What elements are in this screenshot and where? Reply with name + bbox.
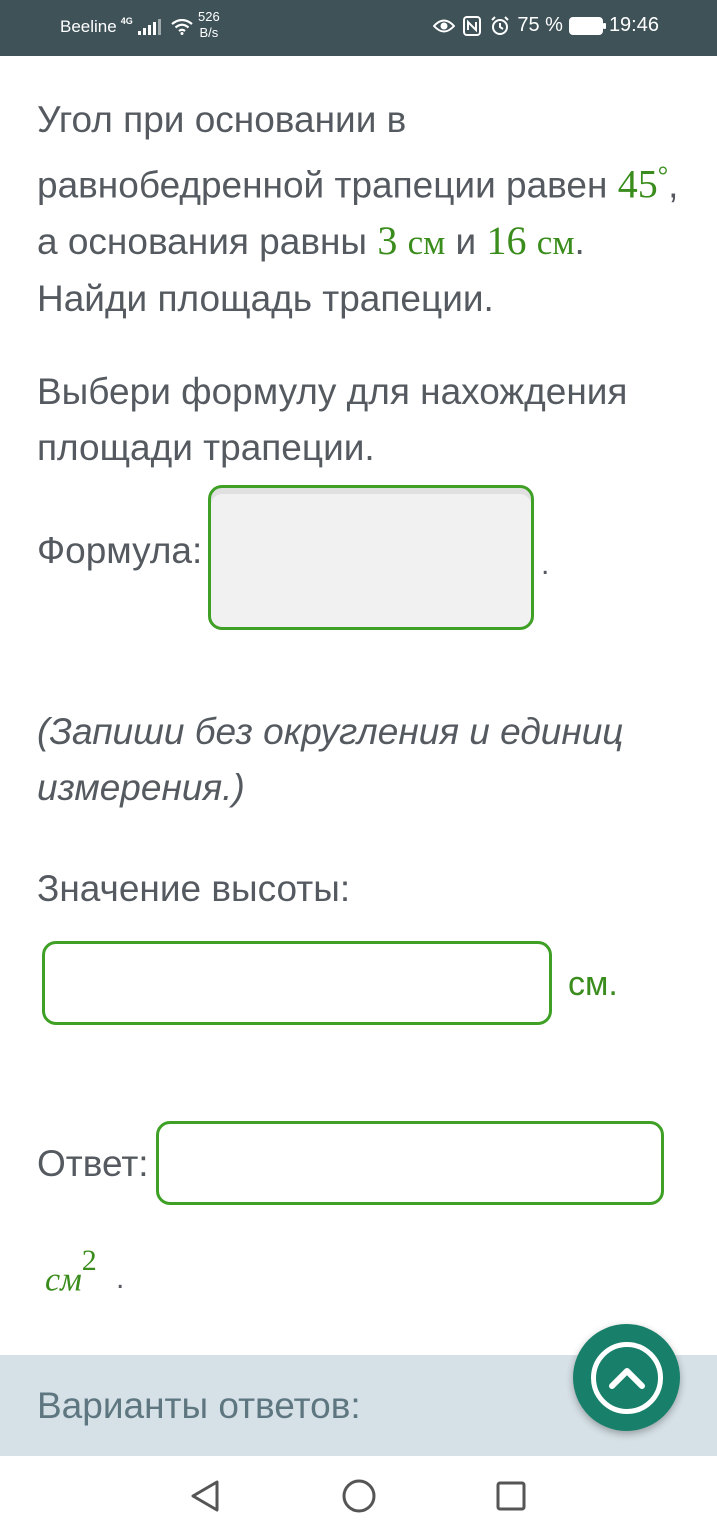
formula-drop-zone[interactable]: [208, 485, 534, 630]
battery-percent: 75 %: [517, 14, 563, 36]
status-left: Beeline 4G: [60, 16, 193, 37]
height-label: Значение высоты:: [37, 868, 351, 909]
degree-sign: °: [657, 161, 669, 190]
clock: 19:46: [608, 14, 659, 36]
base-1-value: 3: [377, 218, 398, 264]
answer-unit-power: 2: [81, 1244, 97, 1277]
base-2-value: 16: [486, 218, 527, 264]
answer-input[interactable]: [156, 1121, 664, 1205]
eye-icon: [433, 15, 456, 37]
answer-unit: см2: [45, 1244, 97, 1299]
chevron-up-icon: [590, 1341, 663, 1414]
height-unit: см.: [568, 965, 618, 1003]
battery-icon: [568, 16, 606, 35]
network-type: 4G: [120, 16, 133, 26]
variants-label: Варианты ответов:: [37, 1385, 361, 1426]
problem-statement: Угол при основании в равнобедренной трап…: [37, 92, 687, 327]
nfc-icon: [461, 15, 483, 37]
answer-unit-base: см: [45, 1261, 82, 1299]
back-icon[interactable]: [185, 1476, 225, 1516]
navigation-bar: [0, 1456, 717, 1536]
recents-icon[interactable]: [491, 1476, 531, 1516]
alarm-icon: [489, 15, 511, 37]
network-speed: 526 B/s: [198, 9, 220, 41]
angle-value: 45: [617, 161, 658, 207]
answer-trailing-dot: .: [116, 1262, 125, 1295]
wifi-icon: [171, 18, 193, 35]
problem-text-part-3: и: [445, 221, 487, 263]
speed-unit: B/s: [199, 25, 219, 40]
formula-label: Формула:: [37, 530, 203, 571]
status-bar: Beeline 4G 526 B/s 75 % 19:46: [0, 0, 717, 56]
carrier-name: Beeline: [60, 17, 117, 36]
signal-icon: [137, 19, 161, 35]
height-input[interactable]: [42, 941, 552, 1025]
rounding-note: (Запиши без округления и единиц измерени…: [37, 711, 624, 808]
home-icon[interactable]: [339, 1476, 379, 1516]
formula-prompt: Выбери формулу для нахождения площади тр…: [37, 371, 628, 468]
problem-text: Угол при основании в равнобедренной трап…: [37, 92, 687, 327]
scroll-up-button[interactable]: [573, 1324, 680, 1431]
speed-value: 526: [198, 9, 220, 24]
base-1-unit: см: [407, 223, 446, 263]
problem-text-part-1: Угол при основании в равнобедренной трап…: [37, 99, 618, 206]
answer-label: Ответ:: [37, 1143, 149, 1184]
base-2-unit: см: [536, 223, 575, 263]
status-right: 75 % 19:46: [433, 14, 659, 37]
formula-trailing-dot: .: [541, 548, 550, 581]
